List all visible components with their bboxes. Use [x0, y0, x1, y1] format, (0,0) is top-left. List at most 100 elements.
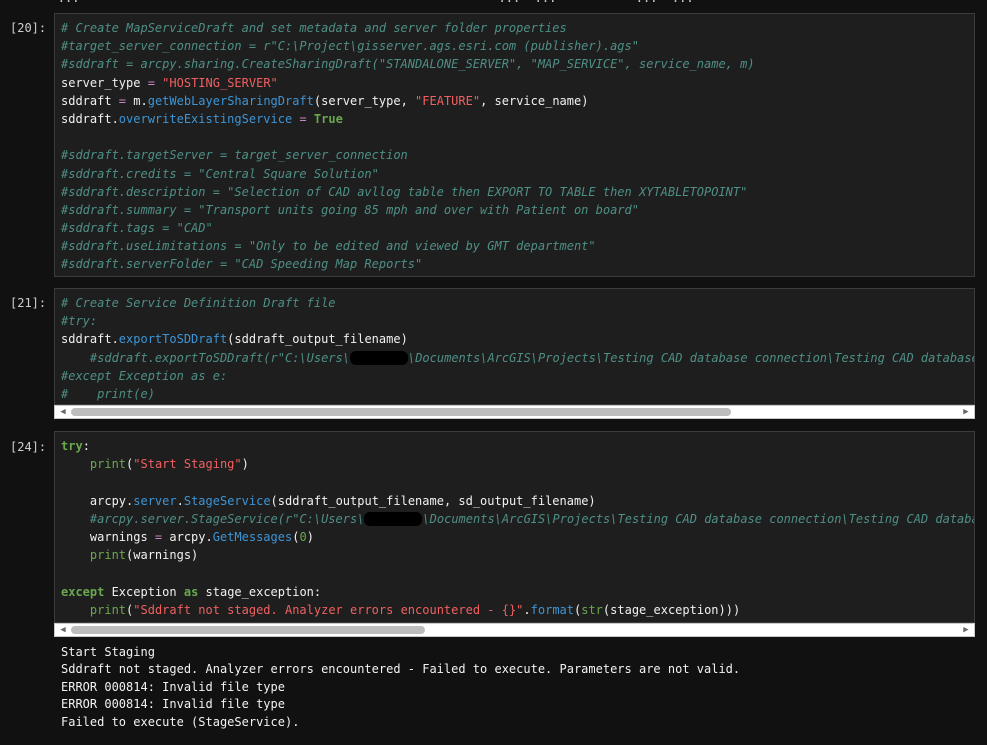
code-token: sddraft [61, 93, 119, 108]
code-token: except [61, 584, 105, 599]
code-line: sddraft.exportToSDDraft(sddraft_output_f… [61, 330, 970, 348]
code-token: "FEATURE" [415, 93, 481, 108]
scrollbar-thumb[interactable] [71, 408, 731, 416]
output-line: ERROR 000814: Invalid file type [61, 697, 285, 712]
code-token: "Start Staging" [133, 457, 242, 472]
code-token: arcpy. [61, 493, 134, 508]
scroll-right-icon[interactable]: ▶ [960, 624, 972, 636]
previous-output-text: ... ... ... ... ... [0, 0, 694, 5]
cell-prompt-21: [21]: [10, 296, 47, 310]
code-token: #sddraft = arcpy.sharing.CreateSharingDr… [61, 57, 755, 72]
code-token: server [133, 493, 177, 508]
code-token: #sddraft.serverFolder = "CAD Speeding Ma… [61, 257, 423, 272]
output-line: ERROR 000814: Invalid file type [61, 679, 285, 694]
scroll-left-icon[interactable]: ◀ [57, 406, 69, 418]
code-token: #sddraft.exportToSDDraft(r"C:\Users\ [61, 350, 350, 365]
code-line: #sddraft.summary = "Transport units goin… [61, 201, 970, 219]
code-token: , service_name) [480, 93, 589, 108]
code-token: "Sddraft not staged. Analyzer errors enc… [133, 602, 524, 617]
code-line: #sddraft.tags = "CAD" [61, 219, 970, 237]
code-token: \Documents\ArcGIS\Projects\Testing CAD d… [422, 511, 975, 526]
scroll-right-icon[interactable]: ▶ [960, 406, 972, 418]
code-line: # print(e) [61, 385, 970, 403]
code-line: #arcpy.server.StageService(r"C:\Users\ \D… [61, 510, 974, 528]
code-token: try [61, 439, 83, 453]
code-token: exportToSDDraft [118, 332, 228, 347]
code-token: #except Exception as e: [61, 368, 228, 383]
code-editor[interactable]: # Create Service Definition Draft file #t… [61, 294, 974, 404]
code-token: #target_server_connection = r"C:\Project… [61, 39, 639, 54]
code-token: #sddraft.targetServer = target_server_co… [61, 148, 408, 163]
code-line: print("Sddraft not staged. Analyzer erro… [61, 601, 970, 619]
code-token: (sddraft_output_filename, sd_output_file… [270, 493, 596, 508]
code-line: #sddraft.serverFolder = "CAD Speeding Ma… [61, 255, 970, 273]
code-line: arcpy.server.StageService(sddraft_output… [61, 492, 970, 510]
code-line: #except Exception as e: [61, 367, 970, 385]
code-cell-20[interactable]: # Create MapServiceDraft and set metadat… [54, 13, 975, 277]
code-token: server_type [61, 75, 148, 90]
code-token: #sddraft.description = "Selection of CAD… [61, 184, 748, 199]
code-line: sddraft = m.getWebLayerSharingDraft(serv… [61, 92, 970, 110]
code-token: as [183, 584, 199, 599]
cell-output: Start Staging Sddraft not staged. Analyze… [61, 644, 740, 731]
code-token: . [176, 493, 184, 508]
code-token: Exception [104, 584, 184, 599]
code-token: # print(e) [61, 386, 155, 401]
code-token: #arcpy.server.StageService(r"C:\Users\ [61, 511, 365, 526]
code-token: sddraft. [61, 111, 119, 126]
code-token: print [89, 548, 127, 563]
cell-prompt-24: [24]: [10, 440, 47, 454]
output-line: Start Staging [61, 645, 155, 659]
code-editor[interactable]: # Create MapServiceDraft and set metadat… [61, 19, 970, 276]
scrollbar-thumb[interactable] [71, 626, 425, 634]
code-token: (sddraft_output_filename) [227, 332, 408, 347]
redacted-username [349, 351, 408, 366]
code-line: # Create MapServiceDraft and set metadat… [61, 19, 970, 37]
code-token: True [313, 111, 343, 126]
code-token: #sddraft.credits = "Central Square Solut… [61, 166, 379, 181]
code-line: #sddraft.targetServer = target_server_co… [61, 146, 970, 164]
code-token: : [82, 439, 90, 453]
cell-prompt-20: [20]: [10, 21, 47, 35]
code-token: arcpy. [162, 529, 213, 544]
previous-output-fragment: ... ... ... ... ... [0, 0, 987, 6]
code-token: ) [306, 529, 314, 544]
horizontal-scrollbar[interactable]: ◀ ▶ [54, 405, 975, 419]
code-line: warnings = arcpy.GetMessages(0) [61, 528, 970, 546]
output-line: Sddraft not staged. Analyzer errors enco… [61, 662, 741, 677]
code-token: overwriteExistingService [118, 111, 293, 126]
code-token: = [118, 93, 127, 108]
code-line: #sddraft.useLimitations = "Only to be ed… [61, 237, 970, 255]
code-line: sddraft.overwriteExistingService = True [61, 110, 970, 128]
code-token: m. [126, 93, 148, 108]
code-line: #sddraft = arcpy.sharing.CreateSharingDr… [61, 55, 970, 73]
code-editor[interactable]: try: print("Start Staging") arcpy.server… [61, 437, 974, 622]
code-token: # Create Service Definition Draft file [61, 296, 336, 310]
code-token: #sddraft.tags = "CAD" [61, 221, 213, 236]
code-line: #sddraft.credits = "Central Square Solut… [61, 165, 970, 183]
redacted-username [364, 512, 423, 527]
code-cell-21[interactable]: # Create Service Definition Draft file #t… [54, 288, 975, 405]
code-token: \Documents\ArcGIS\Projects\Testing CAD d… [407, 350, 975, 365]
code-line: #target_server_connection = r"C:\Project… [61, 37, 970, 55]
code-line: #try: [61, 312, 970, 330]
code-token: getWebLayerSharingDraft [147, 93, 314, 108]
code-line: #sddraft.description = "Selection of CAD… [61, 183, 970, 201]
code-token: warnings [61, 529, 155, 544]
code-token: print [89, 457, 127, 472]
scroll-left-icon[interactable]: ◀ [57, 624, 69, 636]
horizontal-scrollbar[interactable]: ◀ ▶ [54, 623, 975, 637]
code-token: ) [241, 457, 249, 472]
code-line: try: [61, 437, 970, 455]
code-token: #sddraft.summary = "Transport units goin… [61, 202, 639, 217]
code-token: 0 [299, 529, 307, 544]
code-token: print [89, 602, 127, 617]
code-line: #sddraft.exportToSDDraft(r"C:\Users\ \Doc… [61, 349, 974, 367]
code-cell-24[interactable]: try: print("Start Staging") arcpy.server… [54, 431, 975, 623]
code-line: # Create Service Definition Draft file [61, 294, 970, 312]
